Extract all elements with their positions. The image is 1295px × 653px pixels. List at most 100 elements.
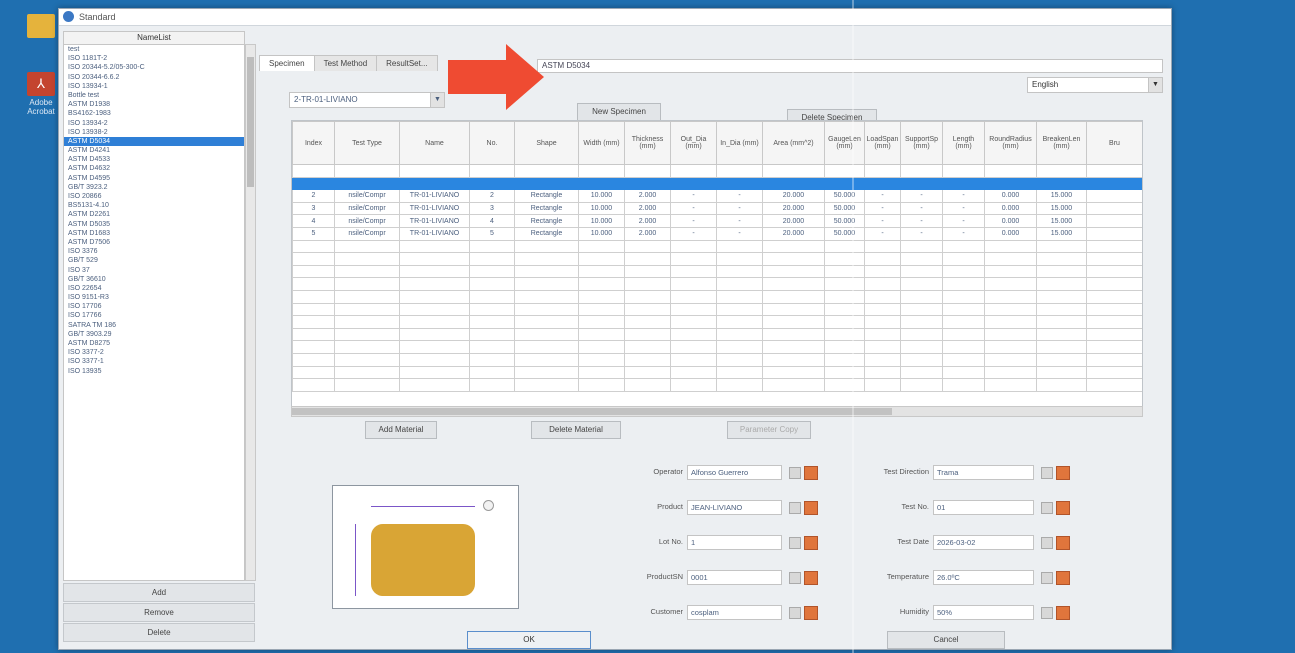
grid-cell[interactable] — [1086, 226, 1142, 241]
name-list-item[interactable]: GB/T 529 — [64, 256, 244, 265]
grid-cell[interactable] — [1086, 277, 1142, 291]
grid-cell[interactable]: 50.000 — [824, 201, 865, 216]
grid-cell[interactable] — [469, 327, 515, 342]
field-edit-icon[interactable] — [1056, 536, 1070, 550]
grid-cell[interactable]: 15.000 — [1036, 214, 1087, 228]
grid-cell[interactable] — [900, 352, 943, 367]
grid-cell[interactable] — [624, 302, 671, 317]
field-edit-icon[interactable] — [804, 501, 818, 515]
grid-cell[interactable] — [900, 252, 943, 266]
grid-cell[interactable] — [514, 164, 579, 178]
grid-cell[interactable] — [624, 340, 671, 354]
language-select[interactable]: English ▼ — [1027, 77, 1163, 93]
grid-cell[interactable] — [1086, 340, 1142, 354]
new-specimen-button[interactable]: New Specimen — [577, 103, 661, 121]
grid-column-header[interactable]: Length (mm) — [942, 121, 985, 165]
grid-cell[interactable] — [399, 302, 470, 317]
standard-name-field[interactable]: ASTM D5034 — [537, 59, 1163, 73]
desktop-shortcut[interactable] — [20, 14, 62, 40]
grid-cell[interactable] — [762, 315, 825, 329]
grid-cell[interactable] — [716, 352, 763, 367]
name-list-item[interactable]: ISO 20344-5.2/05-300-C — [64, 63, 244, 72]
grid-column-header[interactable]: Out_Dia (mm) — [670, 121, 717, 165]
grid-cell[interactable] — [762, 277, 825, 291]
grid-cell[interactable] — [984, 315, 1037, 329]
grid-cell[interactable] — [514, 176, 579, 191]
grid-cell[interactable] — [864, 378, 901, 392]
grid-cell[interactable] — [716, 239, 763, 254]
grid-cell[interactable] — [1036, 289, 1087, 304]
grid-cell[interactable] — [624, 378, 671, 392]
grid-cell[interactable] — [984, 252, 1037, 266]
grid-cell[interactable] — [716, 252, 763, 266]
field-edit-icon[interactable] — [804, 536, 818, 550]
table-row[interactable]: 5 nsile/Compr TR-01-LIVIANO 5 Rectangle 10.00… — [292, 226, 1142, 241]
grid-cell[interactable] — [292, 315, 335, 329]
grid-cell[interactable] — [399, 340, 470, 354]
grid-cell[interactable] — [1036, 277, 1087, 291]
grid-empty-row[interactable] — [292, 252, 1142, 266]
grid-cell[interactable] — [900, 289, 943, 304]
grid-cell[interactable] — [1086, 289, 1142, 304]
field-input[interactable]: 2026-03-02 — [933, 535, 1034, 550]
name-list-item[interactable]: SATRA TM 186 — [64, 321, 244, 330]
grid-cell[interactable]: 20.000 — [762, 189, 825, 203]
grid-cell[interactable] — [624, 327, 671, 342]
grid-cell[interactable] — [1086, 264, 1142, 279]
ok-button[interactable]: OK — [467, 631, 591, 649]
add-button[interactable]: Add — [63, 583, 255, 602]
grid-cell[interactable] — [762, 176, 825, 191]
grid-cell[interactable] — [292, 365, 335, 380]
field-input[interactable]: Alfonso Guerrero — [687, 465, 782, 480]
grid-cell[interactable] — [716, 164, 763, 178]
name-list-item[interactable]: ASTM D2261 — [64, 210, 244, 219]
grid-cell[interactable] — [900, 340, 943, 354]
grid-cell[interactable]: 10.000 — [578, 189, 625, 203]
grid-cell[interactable] — [824, 327, 865, 342]
name-list-item[interactable]: ASTM D1938 — [64, 100, 244, 109]
grid-cell[interactable] — [716, 264, 763, 279]
grid-cell[interactable] — [469, 277, 515, 291]
field-options-icon[interactable] — [1041, 607, 1053, 619]
grid-cell[interactable] — [469, 289, 515, 304]
field-edit-icon[interactable] — [1056, 466, 1070, 480]
grid-cell[interactable] — [1086, 164, 1142, 178]
grid-cell[interactable]: - — [942, 189, 985, 203]
grid-cell[interactable] — [292, 340, 335, 354]
grid-empty-row[interactable] — [292, 378, 1142, 392]
grid-cell[interactable] — [942, 264, 985, 279]
grid-empty-row[interactable] — [292, 340, 1142, 354]
grid-cell[interactable] — [984, 289, 1037, 304]
grid-cell[interactable] — [864, 239, 901, 254]
grid-cell[interactable]: - — [670, 214, 717, 228]
grid-cell[interactable] — [824, 340, 865, 354]
grid-cell[interactable] — [942, 239, 985, 254]
grid-cell[interactable] — [900, 277, 943, 291]
grid-cell[interactable] — [514, 352, 579, 367]
grid-cell[interactable] — [578, 176, 625, 191]
grid-cell[interactable] — [292, 277, 335, 291]
name-list-item[interactable]: ISO 22654 — [64, 284, 244, 293]
grid-cell[interactable]: 10.000 — [578, 226, 625, 241]
grid-cell[interactable] — [900, 315, 943, 329]
grid-empty-row[interactable] — [292, 315, 1142, 329]
grid-cell[interactable] — [900, 239, 943, 254]
grid-cell[interactable] — [864, 327, 901, 342]
grid-cell[interactable] — [334, 264, 400, 279]
grid-cell[interactable] — [1036, 164, 1087, 178]
grid-cell[interactable] — [469, 302, 515, 317]
grid-cell[interactable] — [716, 289, 763, 304]
remove-button[interactable]: Remove — [63, 603, 255, 622]
grid-cell[interactable] — [578, 239, 625, 254]
grid-cell[interactable]: 2.000 — [624, 201, 671, 216]
grid-cell[interactable] — [578, 264, 625, 279]
grid-cell[interactable] — [1086, 327, 1142, 342]
grid-cell[interactable] — [824, 176, 865, 191]
grid-cell[interactable]: 20.000 — [762, 214, 825, 228]
grid-cell[interactable]: Rectangle — [514, 214, 579, 228]
grid-cell[interactable] — [1086, 378, 1142, 392]
grid-cell[interactable] — [762, 164, 825, 178]
field-edit-icon[interactable] — [804, 606, 818, 620]
grid-cell[interactable] — [824, 264, 865, 279]
grid-cell[interactable]: - — [942, 226, 985, 241]
